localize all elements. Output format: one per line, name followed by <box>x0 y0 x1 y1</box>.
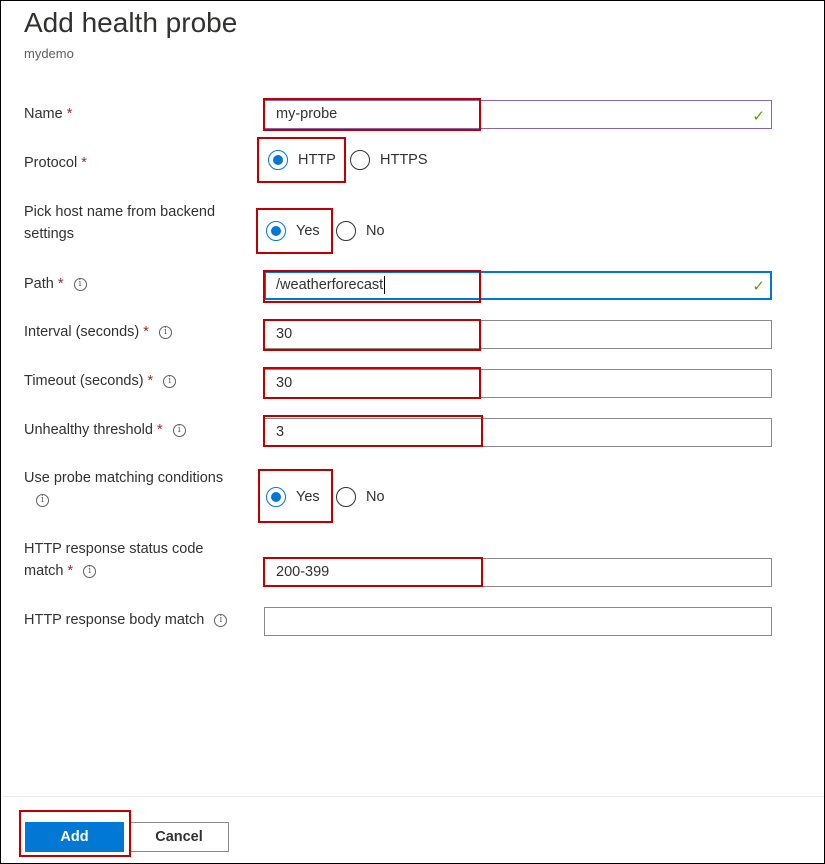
matching-radio-no[interactable]: No <box>336 487 385 507</box>
interval-label-text: Interval (seconds) <box>24 324 140 340</box>
info-icon[interactable]: i <box>163 374 177 388</box>
radio-unselected-icon <box>350 150 370 170</box>
unhealthy-threshold-input[interactable]: 3 <box>264 418 772 447</box>
matching-conditions-label-text: Use probe matching conditions <box>24 470 224 486</box>
pick-host-radio-yes[interactable]: Yes <box>266 221 320 241</box>
interval-input-value: 30 <box>276 326 293 342</box>
path-label-text: Path <box>24 276 54 292</box>
path-label: Path * i <box>24 273 87 295</box>
panel-subtitle: mydemo <box>24 46 74 61</box>
pick-host-label-line1: Pick host name from backend <box>24 204 216 220</box>
name-label-text: Name <box>24 106 63 122</box>
status-code-label-line1: HTTP response status code <box>24 541 204 557</box>
timeout-input-value: 30 <box>276 375 293 391</box>
info-icon[interactable]: i <box>83 564 97 578</box>
unhealthy-threshold-label-text: Unhealthy threshold <box>24 422 153 438</box>
info-icon[interactable]: i <box>73 277 87 291</box>
required-asterisk: * <box>57 276 64 292</box>
pick-host-label-line2: settings <box>24 226 74 242</box>
required-asterisk: * <box>156 422 163 438</box>
pick-host-radio-no[interactable]: No <box>336 221 385 241</box>
radio-selected-icon <box>268 150 288 170</box>
add-button[interactable]: Add <box>25 822 124 852</box>
cancel-button[interactable]: Cancel <box>129 822 229 852</box>
panel: Add health probe mydemo Name * my-probe ✓… <box>0 0 825 864</box>
footer-divider <box>2 796 824 797</box>
unhealthy-threshold-input-value: 3 <box>276 424 285 440</box>
info-icon[interactable]: i <box>172 423 186 437</box>
info-icon[interactable]: i <box>214 613 228 627</box>
panel-title: Add health probe <box>24 7 238 38</box>
matching-conditions-label: Use probe matching conditions i <box>24 467 223 511</box>
radio-label-yes: Yes <box>296 223 320 239</box>
unhealthy-threshold-label: Unhealthy threshold * i <box>24 419 186 441</box>
radio-label-no: No <box>366 223 385 239</box>
required-asterisk: * <box>66 106 73 122</box>
status-code-match-value: 200-399 <box>276 564 330 580</box>
radio-label-no: No <box>366 489 385 505</box>
radio-label-yes: Yes <box>296 489 320 505</box>
radio-unselected-icon <box>336 487 356 507</box>
info-icon[interactable]: i <box>36 493 49 507</box>
radio-label-http: HTTP <box>298 152 336 168</box>
interval-input[interactable]: 30 <box>264 320 772 349</box>
status-code-match-input[interactable]: 200-399 <box>264 558 772 587</box>
body-match-label: HTTP response body match i <box>24 609 228 631</box>
protocol-radio-https[interactable]: HTTPS <box>350 150 428 170</box>
protocol-radio-http[interactable]: HTTP <box>268 150 336 170</box>
required-asterisk: * <box>81 155 87 171</box>
protocol-label-text: Protocol <box>24 155 78 171</box>
required-asterisk: * <box>143 324 149 340</box>
name-label: Name * <box>24 103 72 125</box>
body-match-input[interactable] <box>264 607 772 636</box>
required-asterisk: * <box>67 563 74 579</box>
text-cursor <box>384 276 386 295</box>
required-asterisk: * <box>147 373 154 389</box>
timeout-input[interactable]: 30 <box>264 369 772 398</box>
interval-label: Interval (seconds) * i <box>24 321 172 343</box>
radio-label-https: HTTPS <box>380 152 428 168</box>
path-input-value: /weatherforecast <box>276 277 384 293</box>
radio-unselected-icon <box>336 221 356 241</box>
checkmark-icon: ✓ <box>752 278 765 295</box>
status-code-label-line2: match <box>24 563 64 579</box>
protocol-label: Protocol * <box>24 152 87 174</box>
checkmark-icon: ✓ <box>752 108 765 125</box>
name-input-value: my-probe <box>276 106 338 122</box>
matching-radio-yes[interactable]: Yes <box>266 487 320 507</box>
info-icon[interactable]: i <box>158 325 172 339</box>
pick-host-label: Pick host name from backend settings <box>24 201 215 245</box>
body-match-label-text: HTTP response body match <box>24 612 205 628</box>
radio-selected-icon <box>266 487 286 507</box>
radio-selected-icon <box>266 221 286 241</box>
timeout-label: Timeout (seconds) * i <box>24 370 177 392</box>
timeout-label-text: Timeout (seconds) <box>24 373 144 389</box>
path-input[interactable]: /weatherforecast ✓ <box>264 271 772 300</box>
name-input[interactable]: my-probe ✓ <box>264 100 772 129</box>
status-code-match-label: HTTP response status code match * i <box>24 538 203 582</box>
